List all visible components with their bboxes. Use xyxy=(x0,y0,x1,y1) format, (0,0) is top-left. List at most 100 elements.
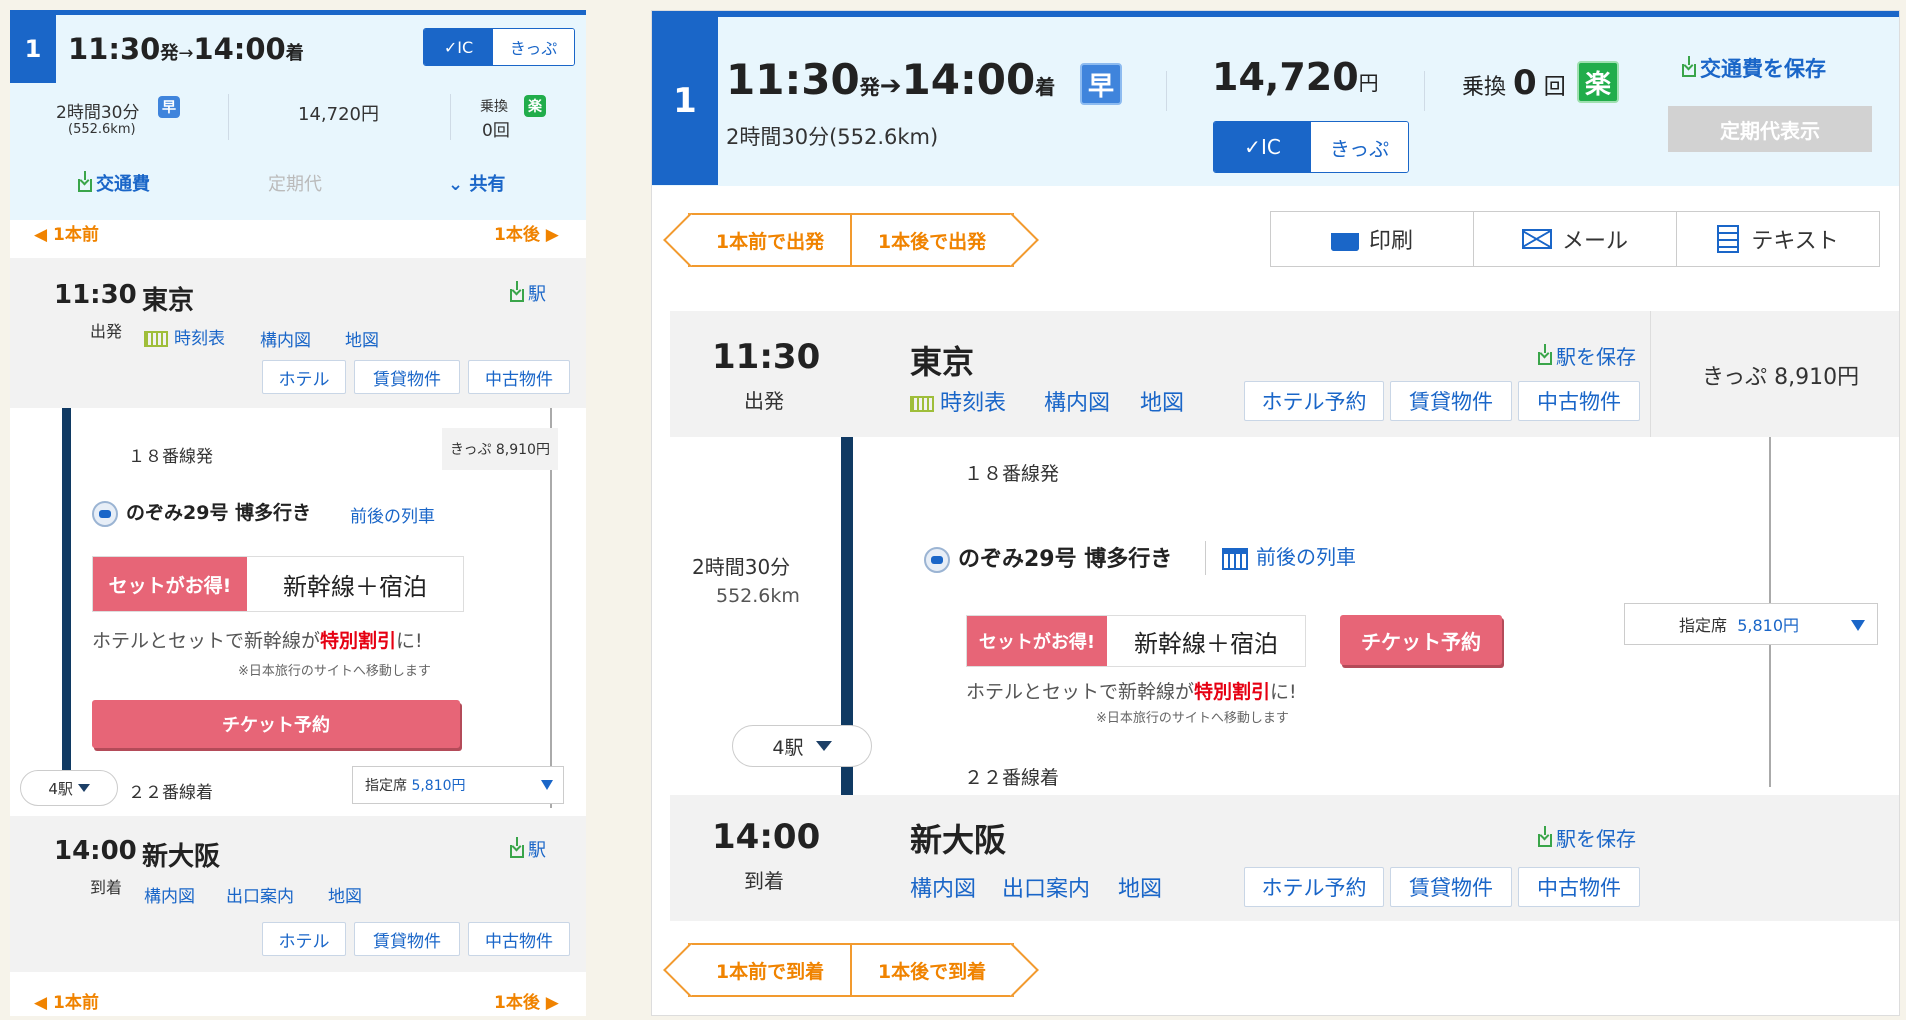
easy-badge: 楽 xyxy=(524,95,546,117)
printer-icon xyxy=(1330,227,1359,251)
route-times: 11:30発→14:00着 xyxy=(68,32,304,66)
triangle-right-icon: ▶ xyxy=(539,993,559,1013)
rental-button[interactable]: 賃貸物件 xyxy=(1390,867,1512,907)
next-arrive-button[interactable]: 1本後で到着 xyxy=(850,943,1014,997)
save-station-label: 駅を保存 xyxy=(1556,827,1636,851)
destination-time: 14:00 xyxy=(712,817,821,857)
save-fare-link[interactable]: 交通費を保存 xyxy=(1682,53,1826,83)
ic-option[interactable]: ✓ IC xyxy=(424,29,494,65)
divider xyxy=(1424,71,1425,111)
station-map-link[interactable]: 構内図 xyxy=(910,871,976,903)
print-button[interactable]: 印刷 xyxy=(1270,211,1474,267)
timetable-label: 時刻表 xyxy=(174,329,225,349)
mail-button[interactable]: メール xyxy=(1473,211,1677,267)
seat-select[interactable]: 指定席 5,810円 xyxy=(1624,603,1878,645)
next-depart-button[interactable]: 1本後で出発 xyxy=(850,213,1014,267)
stops-label: 4駅 xyxy=(48,779,73,798)
promo-suffix: に! xyxy=(396,630,423,652)
prev-depart-button[interactable]: 1本前で出発 xyxy=(688,213,852,267)
kippu-fare: きっぷ 8,910円 xyxy=(442,428,558,470)
train-line xyxy=(62,408,71,788)
prev-train-link[interactable]: ◀ 1本前 xyxy=(34,988,99,1013)
transfer-unit: 回 xyxy=(1543,75,1566,100)
early-badge: 早 xyxy=(1080,63,1122,105)
set-deal-banner[interactable]: セットがお得! 新幹線＋宿泊 xyxy=(966,615,1306,667)
prev-arrive-button[interactable]: 1本前で到着 xyxy=(688,943,852,997)
used-property-button[interactable]: 中古物件 xyxy=(1518,381,1640,421)
next-train-link[interactable]: 1本後 ▶ xyxy=(494,988,559,1013)
next-depart-label: 1本後で出発 xyxy=(877,230,987,253)
save-station-link[interactable]: 駅 xyxy=(510,836,546,862)
desktop-route-panel: 1 11:30発➔14:00着 早 2時間30分(552.6km) 14,720… xyxy=(651,10,1900,1016)
area-map-link[interactable]: 地図 xyxy=(1140,385,1184,417)
area-map-link[interactable]: 地図 xyxy=(345,326,379,351)
kippu-option[interactable]: きっぷ xyxy=(1311,122,1408,172)
ticket-type-toggle: ✓ IC きっぷ xyxy=(1213,121,1409,173)
platform-arrival: ２２番線着 xyxy=(964,767,1060,789)
ticket-reserve-button[interactable]: チケット予約 xyxy=(1340,615,1502,665)
save-fare-link[interactable]: 交通費 xyxy=(78,170,150,196)
ic-option[interactable]: ✓ IC xyxy=(1214,122,1311,172)
rental-button[interactable]: 賃貸物件 xyxy=(354,360,460,394)
rental-button[interactable]: 賃貸物件 xyxy=(354,922,460,956)
hotel-button[interactable]: ホテル xyxy=(262,922,346,956)
set-deal-banner[interactable]: セットがお得! 新幹線＋宿泊 xyxy=(92,556,464,612)
text-button[interactable]: テキスト xyxy=(1676,211,1880,267)
timetable-link[interactable]: 時刻表 xyxy=(910,385,1006,417)
origin-name: 東京 xyxy=(142,286,195,316)
route-number: 1 xyxy=(652,17,718,185)
early-badge: 早 xyxy=(158,96,180,118)
exit-guide-link[interactable]: 出口案内 xyxy=(226,882,294,907)
mail-label: メール xyxy=(1561,229,1628,254)
area-map-link[interactable]: 地図 xyxy=(328,882,362,907)
destination-action: 到着 xyxy=(744,869,784,893)
station-map-link[interactable]: 構内図 xyxy=(260,326,311,351)
used-property-button[interactable]: 中古物件 xyxy=(1518,867,1640,907)
kippu-option[interactable]: きっぷ xyxy=(493,29,574,65)
next-train-link[interactable]: 1本後 ▶ xyxy=(494,220,559,245)
prev-train-link[interactable]: ◀ 1本前 xyxy=(34,220,99,245)
timetable-label: 時刻表 xyxy=(940,391,1007,416)
promo-note: ※日本旅行のサイトへ移動します xyxy=(238,664,431,679)
ticket-reserve-button[interactable]: チケット予約 xyxy=(92,700,460,748)
adjacent-trains-link[interactable]: 前後の列車 xyxy=(350,502,435,527)
commuter-link[interactable]: 定期代 xyxy=(268,170,322,196)
divider xyxy=(228,94,229,140)
save-station-link[interactable]: 駅を保存 xyxy=(1538,341,1636,370)
origin-station: 11:30 出発 東京 駅を保存 時刻表 構内図 地図 ホテル予約 賃貸物件 中… xyxy=(670,311,1899,437)
station-map-link[interactable]: 構内図 xyxy=(144,882,195,907)
stops-label: 4駅 xyxy=(772,736,804,759)
used-property-button[interactable]: 中古物件 xyxy=(468,922,570,956)
save-station-link[interactable]: 駅を保存 xyxy=(1538,823,1636,852)
download-icon xyxy=(1538,344,1552,365)
dep-time: 11:30 xyxy=(68,32,161,66)
train-icon xyxy=(924,547,950,573)
exit-guide-link[interactable]: 出口案内 xyxy=(1002,871,1090,903)
adjacent-trains-link[interactable]: 前後の列車 xyxy=(1222,541,1356,570)
set-deal-value: 新幹線＋宿泊 xyxy=(283,572,427,601)
hotel-reserve-button[interactable]: ホテル予約 xyxy=(1244,867,1384,907)
arr-time: 14:00 xyxy=(901,55,1036,104)
divider xyxy=(1205,541,1206,575)
calendar-icon xyxy=(1222,547,1248,570)
header-top-bar xyxy=(652,11,1899,17)
share-link[interactable]: ⌄ 共有 xyxy=(448,170,505,196)
timetable-link[interactable]: 時刻表 xyxy=(144,324,225,349)
save-station-link[interactable]: 駅 xyxy=(510,280,546,306)
area-map-link[interactable]: 地図 xyxy=(1118,871,1162,903)
used-property-button[interactable]: 中古物件 xyxy=(468,360,570,394)
platform-departure: １８番線発 xyxy=(964,463,1060,485)
duration-distance: 2時間30分(552.6km) xyxy=(726,125,939,149)
commuter-pass-button[interactable]: 定期代表示 xyxy=(1668,106,1872,152)
platform-arrival: ２２番線着 xyxy=(128,783,213,803)
share-label: 共有 xyxy=(469,174,506,195)
stops-toggle[interactable]: 4駅 xyxy=(20,770,118,806)
rental-button[interactable]: 賃貸物件 xyxy=(1390,381,1512,421)
transfer-number: 0 xyxy=(1513,63,1537,103)
distance: (552.6km) xyxy=(68,122,136,137)
station-map-link[interactable]: 構内図 xyxy=(1044,385,1110,417)
hotel-reserve-button[interactable]: ホテル予約 xyxy=(1244,381,1384,421)
hotel-button[interactable]: ホテル xyxy=(262,360,346,394)
seat-select[interactable]: 指定席 5,810円 xyxy=(352,766,564,804)
stops-toggle[interactable]: 4駅 xyxy=(732,725,872,767)
